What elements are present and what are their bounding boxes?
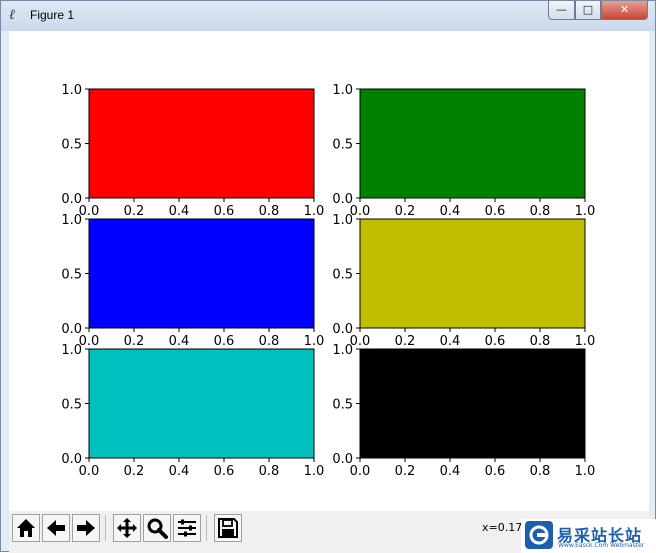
x-tick-label: 0.6 — [214, 334, 235, 349]
y-tick-label: 0.5 — [332, 138, 353, 153]
y-tick-label: 0.5 — [61, 398, 82, 413]
x-tick-label: 0.4 — [169, 464, 190, 479]
figure-canvas[interactable]: 0.0 0.2 0.4 0.6 0.8 1.0 0.0 0.5 1.0 0.0 0.2 0.4 0.6 0… — [9, 31, 649, 511]
feather-icon: ℓ — [9, 7, 15, 23]
magnifier-icon — [147, 518, 168, 539]
x-tick-label: 0.4 — [440, 204, 461, 219]
y-tick-label: 0.0 — [332, 322, 353, 337]
y-tick-label: 1.0 — [332, 213, 353, 228]
watermark-subtext: Www.Easck.Com Webmaster — [558, 542, 645, 549]
subplot-2: 0.0 0.2 0.4 0.6 0.8 1.00.00.51.0 — [332, 83, 595, 219]
configure-subplots-button[interactable] — [173, 514, 201, 542]
minimize-button[interactable]: — — [548, 1, 575, 20]
x-tick-label: 0.8 — [259, 204, 280, 219]
x-tick-label: 1.0 — [304, 204, 325, 219]
subplot-5: 0.0 0.2 0.4 0.6 0.8 1.00.00.51.0 — [61, 343, 324, 479]
x-tick-label: 0.6 — [485, 204, 506, 219]
subplot-4: 0.0 0.2 0.4 0.6 0.8 1.00.00.51.0 — [332, 213, 595, 349]
forward-button[interactable] — [72, 514, 100, 542]
y-tick-label: 0.0 — [61, 192, 82, 207]
y-tick-label: 1.0 — [332, 343, 353, 358]
floppy-disk-icon — [218, 518, 238, 538]
home-icon — [17, 519, 35, 537]
home-button[interactable] — [12, 514, 40, 542]
cursor-coordinates: x=0.17 — [482, 521, 523, 534]
x-tick-label: 0.4 — [169, 334, 190, 349]
y-tick-label: 0.0 — [332, 452, 353, 467]
pan-button[interactable] — [113, 514, 141, 542]
x-tick-label: 0.2 — [124, 334, 145, 349]
subplot-1: 0.0 0.2 0.4 0.6 0.8 1.00.00.51.0 — [61, 83, 324, 219]
watermark: 易采站长站 Www.Easck.Com Webmaster — [521, 519, 656, 553]
x-tick-label: 0.2 — [124, 204, 145, 219]
title-bar[interactable]: ℓ Figure 1 — □ ✕ — [1, 1, 655, 31]
x-tick-label: 0.6 — [485, 334, 506, 349]
x-tick-label: 0.8 — [259, 334, 280, 349]
y-tick-label: 1.0 — [61, 83, 82, 98]
subplot-fill-area — [360, 219, 585, 328]
x-tick-label: 0.4 — [440, 464, 461, 479]
x-tick-label: 0.2 — [395, 334, 416, 349]
watermark-logo-icon — [525, 521, 553, 549]
arrow-left-icon — [47, 520, 65, 536]
subplot-fill-area — [360, 349, 585, 458]
sliders-icon — [178, 519, 196, 537]
x-tick-label: 0.8 — [530, 204, 551, 219]
move-icon — [117, 518, 137, 538]
subplot-fill-area — [89, 349, 314, 458]
y-tick-label: 1.0 — [61, 343, 82, 358]
x-tick-label: 1.0 — [304, 464, 325, 479]
x-tick-label: 0.2 — [395, 204, 416, 219]
save-button[interactable] — [214, 514, 242, 542]
x-tick-label: 0.8 — [259, 464, 280, 479]
toolbar-separator — [206, 515, 207, 541]
back-button[interactable] — [42, 514, 70, 542]
subplot-fill-area — [89, 89, 314, 198]
zoom-button[interactable] — [143, 514, 171, 542]
y-tick-label: 1.0 — [332, 83, 353, 98]
y-tick-label: 0.5 — [332, 398, 353, 413]
x-tick-label: 0.6 — [214, 464, 235, 479]
y-tick-label: 0.5 — [61, 268, 82, 283]
window-title: Figure 1 — [30, 8, 75, 22]
x-tick-label: 0.8 — [530, 464, 551, 479]
subplot-fill-area — [89, 219, 314, 328]
y-tick-label: 0.0 — [61, 322, 82, 337]
figure-window: ℓ Figure 1 — □ ✕ 0.0 0.2 0.4 0.6 0.8 1.0 0.0 0.… — [0, 0, 656, 553]
figure-plot-area: 0.0 0.2 0.4 0.6 0.8 1.0 0.0 0.5 1.0 0.0 0.2 0.4 0.6 0… — [61, 83, 595, 479]
x-tick-label: 0.8 — [530, 334, 551, 349]
x-tick-label: 1.0 — [575, 204, 596, 219]
arrow-right-icon — [77, 520, 95, 536]
x-tick-label: 0.6 — [485, 464, 506, 479]
x-tick-label: 1.0 — [304, 334, 325, 349]
y-tick-label: 0.0 — [332, 192, 353, 207]
y-tick-label: 1.0 — [61, 213, 82, 228]
x-tick-label: 0.6 — [214, 204, 235, 219]
x-tick-label: 0.2 — [395, 464, 416, 479]
toolbar-separator — [105, 515, 106, 541]
subplot-3: 0.0 0.2 0.4 0.6 0.8 1.00.00.51.0 — [61, 213, 324, 349]
x-tick-label: 0.4 — [440, 334, 461, 349]
x-tick-label: 0.4 — [169, 204, 190, 219]
y-tick-label: 0.5 — [61, 138, 82, 153]
close-button[interactable]: ✕ — [601, 1, 648, 20]
x-tick-label: 1.0 — [575, 334, 596, 349]
x-tick-label: 0.2 — [124, 464, 145, 479]
y-tick-label: 0.0 — [61, 452, 82, 467]
subplot-6: 0.0 0.2 0.4 0.6 0.8 1.00.00.51.0 — [332, 343, 595, 479]
x-tick-label: 1.0 — [575, 464, 596, 479]
maximize-button[interactable]: □ — [575, 1, 601, 20]
y-tick-label: 0.5 — [332, 268, 353, 283]
subplot-fill-area — [360, 89, 585, 198]
